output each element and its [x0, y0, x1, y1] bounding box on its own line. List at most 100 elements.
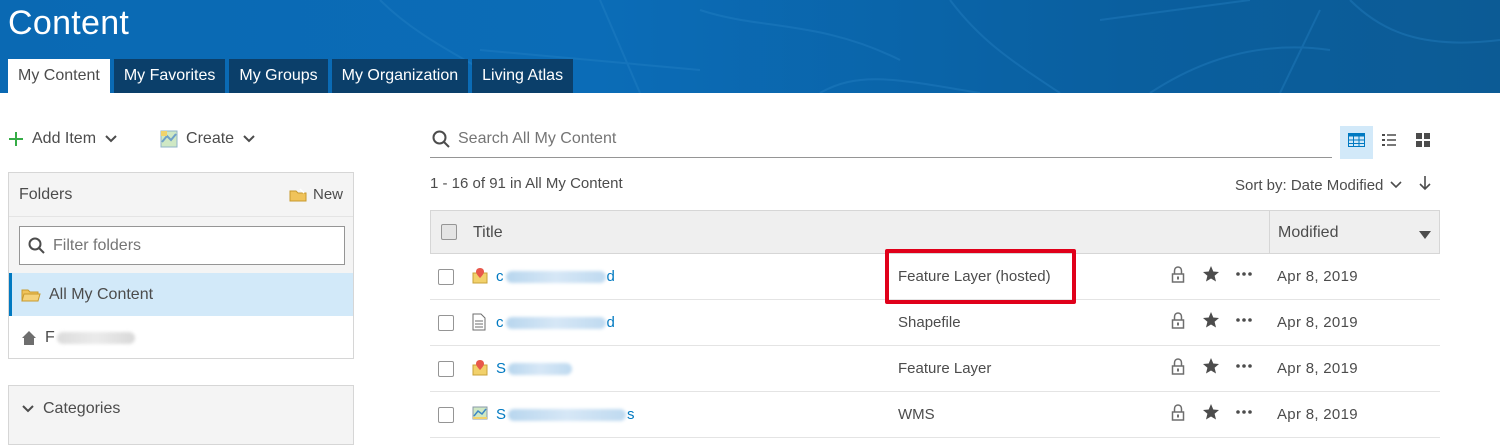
grid-view-button[interactable] [1406, 126, 1439, 159]
item-modified-date: Apr 8, 2019 [1277, 268, 1358, 285]
content-actions: Add Item Create [8, 124, 256, 154]
result-count: 1 - 16 of 91 in All My Content [430, 175, 623, 192]
lock-icon [1171, 404, 1185, 421]
item-title-link[interactable]: c d [496, 268, 615, 285]
favorite-star-icon[interactable] [1202, 357, 1220, 375]
folder-item-label: F [45, 328, 55, 346]
new-folder-label: New [312, 186, 343, 203]
item-title-end: d [606, 314, 615, 331]
chevron-down-icon [104, 134, 118, 144]
home-icon [21, 330, 37, 346]
more-options-icon[interactable] [1235, 357, 1253, 375]
folders-header: Folders New [9, 173, 353, 217]
row-checkbox[interactable] [438, 269, 454, 285]
row-checkbox[interactable] [438, 315, 454, 331]
view-mode-switcher [1340, 126, 1439, 159]
sort-desc-icon[interactable] [1419, 227, 1431, 245]
column-header-title[interactable]: Title [473, 224, 503, 242]
categories-label: Categories [43, 399, 121, 417]
plus-icon [8, 131, 24, 147]
tab-my-groups[interactable]: My Groups [229, 59, 328, 93]
table-row: c d Shapefile Apr 8, 2019 [430, 300, 1440, 346]
lock-icon [1171, 266, 1185, 283]
item-type: WMS [898, 406, 935, 423]
list-view-button[interactable] [1373, 126, 1406, 159]
column-divider [1269, 211, 1270, 254]
redacted-text [56, 331, 135, 344]
add-item-button[interactable]: Add Item [8, 130, 118, 148]
folders-panel: Folders New Filter folders All My Conten… [8, 172, 354, 359]
favorite-star-icon[interactable] [1202, 311, 1220, 329]
item-title-start: c [496, 314, 504, 331]
tab-my-favorites[interactable]: My Favorites [113, 59, 226, 93]
categories-toggle[interactable]: Categories [9, 386, 353, 431]
table-view-button[interactable] [1340, 126, 1373, 159]
folder-open-icon [21, 287, 41, 303]
item-title-link[interactable]: S s [496, 406, 635, 423]
favorite-star-icon[interactable] [1202, 265, 1220, 283]
redacted-text [508, 362, 573, 375]
filter-folders-input[interactable]: Filter folders [19, 226, 345, 265]
content-search-input[interactable]: Search All My Content [430, 120, 1332, 158]
page-banner: Content My Content My Favorites My Group… [0, 0, 1500, 93]
create-map-icon [160, 130, 178, 148]
redacted-text [508, 408, 627, 421]
item-title-start: c [496, 268, 504, 285]
favorite-star-icon[interactable] [1202, 403, 1220, 421]
grid-view-icon [1415, 133, 1430, 152]
row-checkbox[interactable] [438, 407, 454, 423]
item-modified-date: Apr 8, 2019 [1277, 314, 1358, 331]
new-folder-icon [289, 187, 307, 202]
search-icon [432, 130, 450, 148]
create-label: Create [186, 130, 235, 147]
map-service-icon [472, 405, 488, 421]
row-checkbox[interactable] [438, 361, 454, 377]
categories-panel: Categories [8, 385, 354, 445]
folder-item-all-my-content[interactable]: All My Content [9, 273, 353, 316]
item-type: Feature Layer [898, 360, 992, 377]
tab-my-content[interactable]: My Content [8, 59, 110, 93]
list-view-icon [1381, 133, 1398, 152]
column-header-modified[interactable]: Modified [1278, 224, 1338, 242]
select-all-cell [431, 224, 464, 240]
sort-direction-button[interactable] [1419, 175, 1431, 195]
item-title-end: d [606, 268, 615, 285]
search-icon [28, 237, 45, 254]
create-button[interactable]: Create [160, 130, 256, 148]
table-row: S s WMS Apr 8, 2019 [430, 392, 1440, 438]
new-folder-button[interactable]: New [289, 186, 343, 203]
page-title: Content [8, 4, 130, 42]
more-options-icon[interactable] [1235, 311, 1253, 329]
chevron-down-icon [1389, 180, 1403, 190]
item-title-start: S [496, 406, 507, 423]
item-title-link[interactable]: c d [496, 314, 615, 331]
table-row: S Feature Layer Apr 8, 2019 [430, 346, 1440, 392]
item-title-link[interactable]: S [496, 360, 573, 377]
content-table: Title Modified c d Feature Layer (hosted… [430, 210, 1440, 438]
item-type: Shapefile [898, 314, 961, 331]
sort-by-dropdown[interactable]: Sort by: Date Modified [1235, 177, 1403, 194]
folder-item-home[interactable]: F [9, 316, 353, 359]
add-item-label: Add Item [32, 130, 97, 147]
content-tabs: My Content My Favorites My Groups My Org… [8, 59, 574, 93]
sort-controls: Sort by: Date Modified [1235, 175, 1431, 195]
feature-layer-icon [472, 267, 488, 285]
lock-icon [1171, 358, 1185, 375]
tab-my-organization[interactable]: My Organization [331, 59, 469, 93]
item-modified-date: Apr 8, 2019 [1277, 406, 1358, 423]
redacted-text [505, 316, 606, 329]
select-all-checkbox[interactable] [440, 224, 457, 240]
highlight-annotation [885, 249, 1076, 304]
document-icon [472, 313, 486, 331]
more-options-icon[interactable] [1235, 403, 1253, 421]
more-options-icon[interactable] [1235, 265, 1253, 283]
lock-icon [1171, 312, 1185, 329]
item-title-start: S [496, 360, 507, 377]
chevron-down-icon [21, 404, 35, 414]
table-view-icon [1348, 133, 1365, 152]
folder-item-label: All My Content [49, 285, 154, 303]
tab-living-atlas[interactable]: Living Atlas [472, 59, 574, 93]
folders-heading: Folders [19, 185, 73, 203]
item-title-end: s [627, 406, 635, 423]
item-modified-date: Apr 8, 2019 [1277, 360, 1358, 377]
